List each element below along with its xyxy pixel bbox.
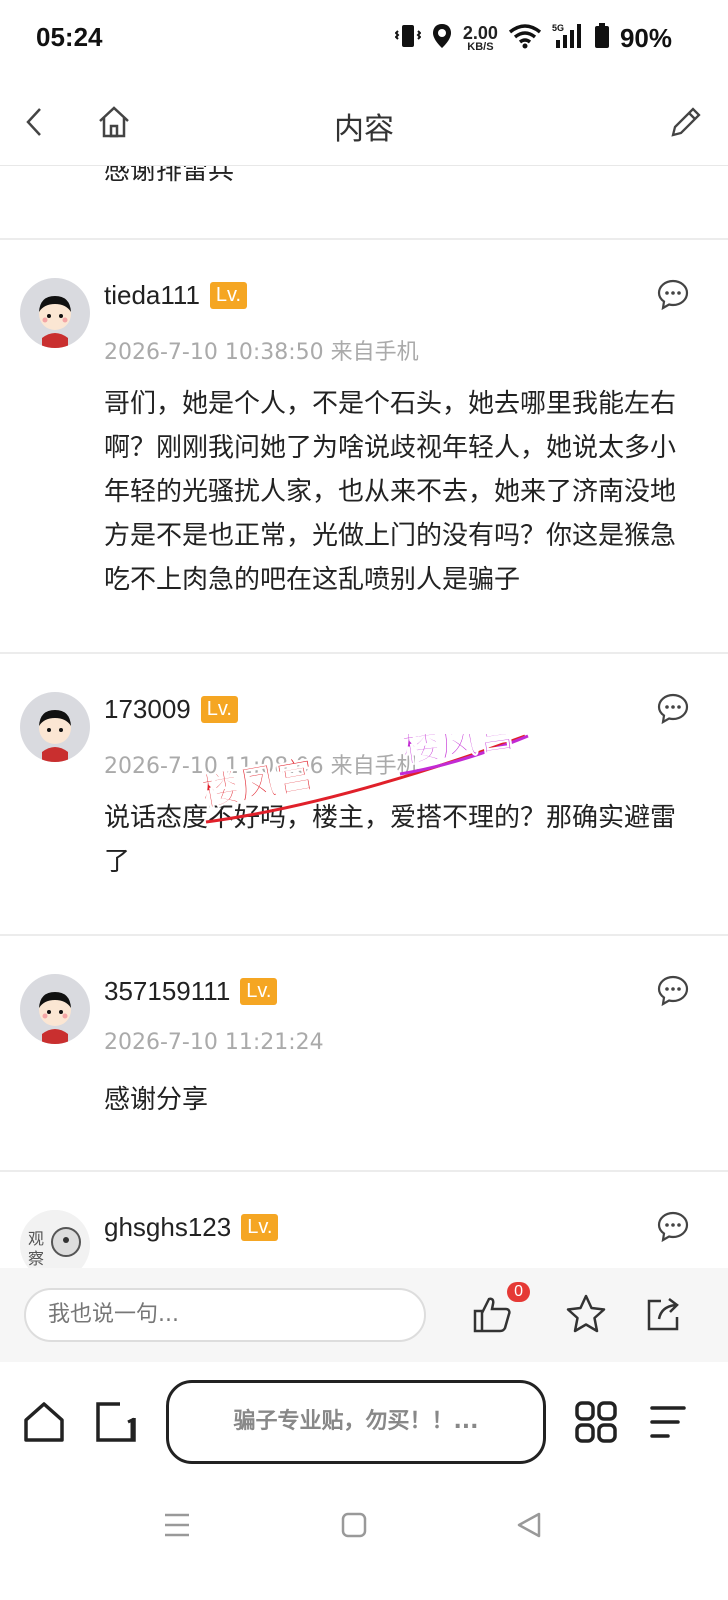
system-navigation [0,1488,728,1600]
tabs-icon [96,1402,136,1442]
reply-input[interactable]: 我也说一句... [24,1288,426,1342]
partial-comment-text: 感谢排雷兵 [104,166,235,186]
comment-bubble-icon[interactable] [656,692,690,726]
browser-home-button[interactable] [22,1400,66,1448]
comment-text: 哥们，她是个人，不是个石头，她去哪里我能左右啊？刚刚我问她了为啥说歧视年轻人，她… [104,389,677,595]
triangle-back-icon [517,1512,541,1538]
like-count-badge: 0 [507,1282,530,1302]
comment-timestamp: 2026-7-10 11:21:24 [104,1030,324,1055]
home-nav-button[interactable] [340,1510,368,1544]
page-title: 内容 [334,112,394,147]
back-nav-button[interactable] [514,1510,544,1544]
recents-icon [165,1513,189,1537]
comment-text: 感谢分享 [104,1085,209,1115]
comment-item: 357159111 Lv. 2026-7-10 11:21:24 感谢分享 [0,936,728,1170]
avatar[interactable] [20,692,90,762]
pencil-icon [671,107,701,137]
status-bar: 05:24 2.00 KB/S 5G 90% [0,0,728,80]
thumbs-up-icon [473,1297,511,1333]
favorite-button[interactable] [564,1292,608,1336]
share-icon [647,1298,679,1331]
watermark-text-purple: 楼凤宫 [399,734,518,771]
svg-text:5G: 5G [552,23,564,33]
comment-item: 173009 Lv. 2026-7-10 11:08:06 来自手机 说话态度不好… [0,654,728,934]
svg-text:观: 观 [28,1229,44,1248]
browser-toolbar: 骗子专业贴，勿买！！... [0,1362,728,1488]
avatar[interactable] [20,278,90,348]
grid-icon [575,1401,617,1443]
menu-icon [650,1406,686,1438]
recents-button[interactable] [162,1510,192,1544]
level-badge: Lv. [240,978,278,1005]
battery-icon [594,23,610,53]
like-button[interactable]: 0 [470,1282,530,1336]
comment-bubble-icon[interactable] [656,278,690,312]
square-home-icon [341,1512,367,1538]
address-bar[interactable]: 骗子专业贴，勿买！！... [166,1380,546,1464]
watermark-logo: 楼凤宫 楼凤宫 [200,734,529,824]
level-badge: Lv. [200,696,238,723]
comment-bubble-icon[interactable] [656,1210,690,1244]
comment-bubble-icon[interactable] [656,974,690,1008]
status-icons: 2.00 KB/S 5G 90% [394,22,672,54]
level-badge: Lv. [241,1214,279,1241]
username[interactable]: 173009 Lv. [104,694,238,725]
comment-timestamp: 2026-7-10 10:38:50 来自手机 [104,340,419,365]
svg-text:察: 察 [28,1249,44,1268]
battery-percent: 90% [619,22,672,53]
avatar[interactable] [20,974,90,1044]
net-speed: 2.00 KB/S [462,22,498,53]
menu-button[interactable] [648,1402,688,1446]
location-icon [431,22,453,54]
comment-item: tieda111 Lv. 2026-7-10 10:38:50 来自手机 哥们，她… [0,240,728,652]
star-icon [566,1294,606,1333]
username[interactable]: ghsghs123 Lv. [104,1212,279,1243]
vibrate-icon [394,22,422,54]
username[interactable]: tieda111 Lv. [104,280,248,311]
tabs-button[interactable] [94,1400,138,1448]
wifi-icon [508,23,542,53]
edit-button[interactable] [664,100,708,144]
signal-5g-icon: 5G [552,22,584,54]
share-button[interactable] [642,1292,686,1336]
username[interactable]: 357159111 Lv. [104,976,278,1007]
level-badge: Lv. [209,282,248,309]
home-icon [24,1402,64,1442]
comment-feed[interactable]: 感谢排雷兵 tieda111 Lv. 2026-7-10 10:38:50 来自手… [0,166,728,1296]
apps-button[interactable] [574,1400,618,1448]
status-time: 05:24 [36,22,103,52]
reply-bar: 我也说一句... 0 [0,1268,728,1362]
nav-bar: 内容 [0,80,728,166]
